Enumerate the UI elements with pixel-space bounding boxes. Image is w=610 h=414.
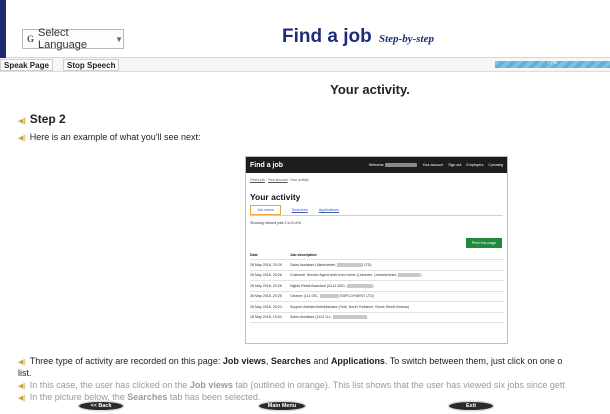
example-table-header: Date Job description: [250, 251, 504, 260]
example-row-date: 28 May 2018, 20:25: [250, 294, 282, 299]
speaker-icon[interactable]: ◀): [18, 357, 26, 368]
speaker-icon[interactable]: ◀): [18, 381, 26, 392]
example-row-date: 28 May 2018, 20:26: [250, 283, 282, 288]
google-translate-icon: G: [27, 34, 35, 44]
language-select[interactable]: G Select Language ▼: [22, 27, 124, 51]
example-row-date: 28 May 2018, 20:26: [250, 273, 282, 278]
example-print-button: Print this page: [465, 238, 502, 248]
step-label: Step 2: [29, 112, 66, 126]
progress-label: 77%: [547, 60, 558, 66]
example-tab-searches: Searches: [291, 208, 308, 212]
example-row-desc: Sales Assistant (Manchester, Xxxxxxx Xxx…: [290, 262, 372, 267]
redacted-text: Xxxxx Xxxxxx: [398, 273, 421, 278]
example-row-desc: Sales Assistant (1114 1LL, Xxxxxx Xxxxxx…: [290, 315, 367, 320]
example-showing-text: Showing viewed jobs 1 to 6 of 6:: [250, 221, 302, 225]
example-heading: Your activity: [250, 192, 301, 202]
example-row-desc: Customer Service Agent work from home (L…: [290, 273, 422, 278]
speaker-icon[interactable]: ◀): [18, 134, 26, 142]
redacted-text: Xxxxxx Xxxxxxxxxxx: [333, 315, 366, 320]
example-tab-job-views: Job views: [250, 205, 281, 215]
redacted-text: Xxxxxxxx Xxxxx: [346, 283, 373, 288]
example-table-row: 28 May 2018, 15:04 Sales Assistant (1114 …: [250, 313, 504, 323]
example-welcome: Welcome lxxxxxxxx@xxx.com: [369, 163, 418, 167]
example-table-row: 28 May 2018, 20:25 Cleaner (L11 0EL, XXXX…: [250, 292, 504, 302]
intro-label: Here is an example of what you'll see ne…: [29, 132, 201, 142]
example-row-date: 28 May 2018, 15:04: [250, 315, 282, 320]
step-heading: ◀) Step 2: [18, 112, 66, 126]
example-table: Date Job description 28 May 2018, 20:29 S…: [250, 251, 504, 323]
example-table-row: 28 May 2018, 20:26 Nights Retail Assistan…: [250, 281, 504, 292]
header-accent-bar: [0, 0, 6, 58]
example-nav-employers: Employers: [466, 163, 484, 167]
example-table-row: 28 May 2018, 20:29 Sales Assistant (Manch…: [250, 260, 504, 271]
exit-button[interactable]: Exit: [448, 401, 494, 411]
example-brand: Find a job: [250, 161, 284, 169]
example-row-date: 28 May 2018, 20:29: [250, 262, 282, 267]
redacted-text: Xxxxxxx Xxxxxx: [337, 262, 363, 267]
app-title-text: Find a job: [282, 26, 372, 47]
language-select-label: Select Language: [38, 27, 87, 51]
example-col-date: Date: [250, 253, 258, 257]
app-subtitle: Step-by-step: [379, 33, 434, 45]
example-screenshot: Find a job Welcome lxxxxxxxx@xxx.com You…: [245, 156, 508, 344]
chevron-down-icon: ▼: [115, 34, 123, 44]
progress-bar: 77%: [495, 60, 610, 68]
app-title: Find a job Step-by-step: [282, 26, 434, 48]
example-col-desc: Job description: [290, 253, 317, 257]
main-menu-button[interactable]: Main Menu: [258, 401, 306, 411]
redacted-email: lxxxxxxxx@xxx.com: [384, 163, 418, 167]
app-header: G Select Language ▼ Find a job Step-by-s…: [0, 0, 610, 58]
redacted-text: XXXXXXXX: [319, 294, 340, 299]
example-row-desc: Nights Retail Assistant (GL11 6DD, Xxxxx…: [290, 283, 374, 288]
bottom-nav: << Back Main Menu Exit: [0, 398, 610, 414]
speaker-icon[interactable]: ◀): [18, 117, 26, 125]
stop-speech-button[interactable]: Stop Speech: [63, 59, 120, 71]
example-table-row: 28 May 2018, 20:26 Customer Service Agent…: [250, 271, 504, 281]
example-row-date: 28 May 2018, 20:24: [250, 304, 282, 309]
example-nav-account: Your account: [422, 163, 444, 167]
example-nav-cymraeg: Cymraeg: [488, 163, 503, 167]
example-table-row: 28 May 2018, 20:24 Support Adviser/Admini…: [250, 302, 504, 313]
example-tabs: Job views Searches Applications: [246, 202, 507, 215]
example-breadcrumb: Find a job › Your account › Your activit…: [250, 178, 309, 182]
explanation-paragraph-2: ◀) In this case, the user has clicked on …: [18, 380, 565, 392]
example-tab-applications: Applications: [318, 208, 340, 212]
explanation-paragraph-1: ◀) Three type of activity are recorded on…: [18, 356, 563, 378]
back-button[interactable]: << Back: [78, 401, 124, 411]
speak-page-button[interactable]: Speak Page: [0, 59, 53, 71]
example-row-desc: Cleaner (L11 0EL, XXXXXXXX EMPLOYMENT LT…: [290, 294, 374, 299]
page-title: Your activity.: [330, 82, 410, 97]
example-row-desc: Support Adviser/Administrator (York, Nor…: [290, 304, 410, 309]
example-nav-bar: Find a job Welcome lxxxxxxxx@xxx.com You…: [246, 157, 507, 173]
example-nav-signout: Sign out: [448, 163, 462, 167]
example-nav-links: Welcome lxxxxxxxx@xxx.com Your account S…: [369, 163, 507, 167]
intro-text: ◀) Here is an example of what you'll see …: [18, 132, 201, 142]
